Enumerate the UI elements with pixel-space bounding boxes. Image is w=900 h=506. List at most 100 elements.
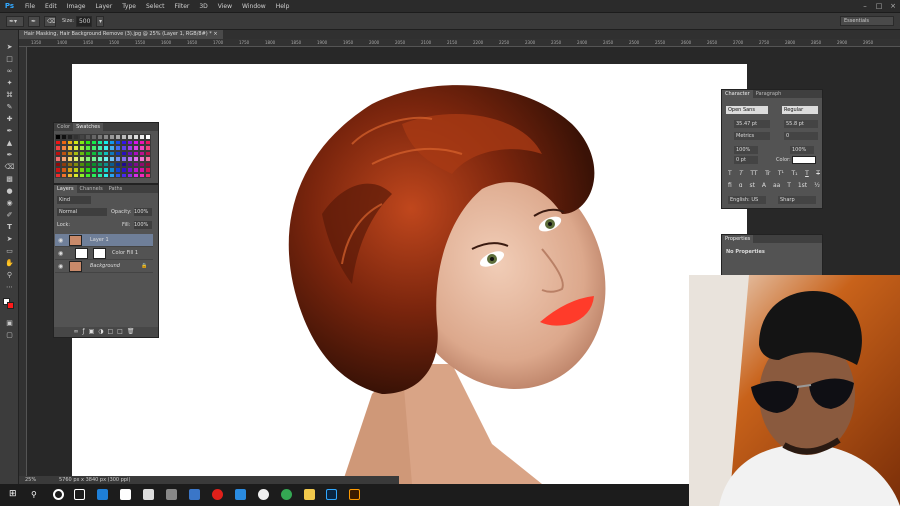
more-tools-icon[interactable]: ⋯ bbox=[4, 282, 15, 292]
size-field[interactable]: 500 bbox=[75, 15, 92, 27]
eyedropper-tool-icon[interactable]: ✎ bbox=[4, 102, 15, 112]
zoom-tool-icon[interactable]: ⚲ bbox=[4, 270, 15, 280]
eraser-tool-icon[interactable]: ⌫ bbox=[4, 162, 15, 172]
visibility-eye-icon[interactable]: ◉ bbox=[58, 247, 64, 260]
history-brush-tool-icon[interactable]: ✒ bbox=[4, 150, 15, 160]
leading-field[interactable]: 55.8 pt bbox=[784, 120, 818, 128]
swatch-chip[interactable] bbox=[145, 172, 151, 178]
horizontal-scale-field[interactable]: 100% bbox=[790, 146, 814, 154]
antialias-select[interactable]: Sharp bbox=[778, 196, 816, 204]
font-size-field[interactable]: 35.47 pt bbox=[734, 120, 770, 128]
discretionary-ligatures-button[interactable]: st bbox=[749, 182, 754, 190]
fill-field[interactable]: 100% bbox=[134, 221, 152, 229]
tab-channels[interactable]: Channels bbox=[77, 185, 106, 193]
ligatures-button[interactable]: fi bbox=[728, 182, 732, 190]
edge-icon[interactable] bbox=[97, 489, 108, 500]
tab-layers[interactable]: Layers bbox=[54, 185, 77, 193]
menu-view[interactable]: View bbox=[213, 0, 237, 13]
healing-tool-icon[interactable]: ✚ bbox=[4, 114, 15, 124]
hand-tool-icon[interactable]: ✋ bbox=[4, 258, 15, 268]
marquee-tool-icon[interactable]: □ bbox=[4, 54, 15, 64]
chrome-2-icon[interactable] bbox=[281, 489, 292, 500]
dodge-tool-icon[interactable]: ◉ bbox=[4, 198, 15, 208]
menu-edit[interactable]: Edit bbox=[40, 0, 62, 13]
strikethrough-button[interactable]: T bbox=[816, 170, 820, 178]
opacity-field[interactable]: 100% bbox=[134, 208, 152, 216]
layer-row-background[interactable]: ◉ Background 🔒 bbox=[55, 260, 153, 273]
tab-color[interactable]: Color bbox=[54, 123, 73, 131]
vertical-scale-field[interactable]: 100% bbox=[734, 146, 758, 154]
menu-type[interactable]: Type bbox=[117, 0, 141, 13]
tab-paragraph[interactable]: Paragraph bbox=[753, 90, 785, 98]
brush-preset-icon[interactable]: ✒▾ bbox=[6, 15, 24, 27]
shape-tool-icon[interactable]: ▭ bbox=[4, 246, 15, 256]
clone-stamp-tool-icon[interactable]: ▲ bbox=[4, 138, 15, 148]
screen-mode-icon[interactable]: ▢ bbox=[4, 330, 15, 340]
baseline-shift-field[interactable]: 0 pt bbox=[734, 156, 758, 164]
ordinals-button[interactable]: 1st bbox=[798, 182, 807, 190]
document-tab[interactable]: Hair Masking, Hair Background Remove (3)… bbox=[19, 30, 223, 39]
document-canvas[interactable] bbox=[72, 64, 747, 484]
type-tool-icon[interactable]: T bbox=[4, 222, 15, 232]
photoshop-icon[interactable] bbox=[326, 489, 337, 500]
cortana-icon[interactable] bbox=[53, 489, 64, 500]
quick-select-tool-icon[interactable]: ✦ bbox=[4, 78, 15, 88]
brush-tool-icon[interactable]: ✒ bbox=[4, 126, 15, 136]
subscript-button[interactable]: T₁ bbox=[791, 170, 797, 178]
menu-layer[interactable]: Layer bbox=[90, 0, 117, 13]
blur-tool-icon[interactable]: ● bbox=[4, 186, 15, 196]
calculator-icon[interactable] bbox=[166, 489, 177, 500]
search-icon[interactable]: ⚲ bbox=[31, 489, 42, 500]
superscript-button[interactable]: T¹ bbox=[778, 170, 784, 178]
fractions-button[interactable]: ½ bbox=[814, 182, 820, 190]
illustrator-icon[interactable] bbox=[349, 489, 360, 500]
tab-swatches[interactable]: Swatches bbox=[73, 123, 103, 131]
pen-tool-icon[interactable]: ✐ bbox=[4, 210, 15, 220]
layer-row-color-fill[interactable]: ◉ Color Fill 1 bbox=[55, 247, 153, 260]
minimize-icon[interactable]: – bbox=[858, 0, 872, 13]
store-icon[interactable] bbox=[120, 489, 131, 500]
layer-row-layer1[interactable]: ◉ Layer 1 bbox=[55, 234, 153, 247]
maximize-icon[interactable]: □ bbox=[872, 0, 886, 13]
alternates-button[interactable]: ɑ bbox=[739, 182, 743, 190]
people-icon[interactable] bbox=[189, 489, 200, 500]
menu-image[interactable]: Image bbox=[62, 0, 91, 13]
kerning-select[interactable]: Metrics bbox=[734, 132, 770, 140]
crop-tool-icon[interactable]: ⌘ bbox=[4, 90, 15, 100]
swash-button[interactable]: A bbox=[762, 182, 766, 190]
menu-select[interactable]: Select bbox=[141, 0, 170, 13]
language-select[interactable]: English: US bbox=[728, 196, 766, 204]
lasso-tool-icon[interactable]: ∞ bbox=[4, 66, 15, 76]
titling-button[interactable]: T bbox=[787, 182, 791, 190]
close-icon[interactable]: × bbox=[886, 0, 900, 13]
layers-footer-buttons[interactable]: ∞ƒ▣◑□□🗑 bbox=[54, 327, 158, 337]
eraser-mode-icon[interactable]: ⌫ bbox=[44, 15, 56, 27]
font-family-select[interactable]: Open Sans bbox=[726, 106, 768, 114]
underline-button[interactable]: T bbox=[805, 170, 809, 178]
background-color-swatch[interactable] bbox=[7, 302, 14, 309]
explorer-icon[interactable] bbox=[304, 489, 315, 500]
small-caps-button[interactable]: Tr bbox=[765, 170, 770, 178]
font-style-select[interactable]: Regular bbox=[782, 106, 818, 114]
all-caps-button[interactable]: TT bbox=[750, 170, 757, 178]
tab-paths[interactable]: Paths bbox=[106, 185, 126, 193]
visibility-eye-icon[interactable]: ◉ bbox=[58, 234, 64, 247]
brush-tool-icon[interactable]: ✒ bbox=[28, 15, 40, 27]
quick-mask-icon[interactable]: ▣ bbox=[4, 318, 15, 328]
gradient-tool-icon[interactable]: ▩ bbox=[4, 174, 15, 184]
faux-bold-button[interactable]: T bbox=[728, 170, 732, 178]
zoom-level[interactable]: 25% bbox=[25, 476, 36, 484]
swatch-grid[interactable] bbox=[55, 134, 151, 178]
faux-italic-button[interactable]: T bbox=[739, 170, 743, 178]
start-icon[interactable]: ⊞ bbox=[9, 489, 20, 500]
menu-help[interactable]: Help bbox=[271, 0, 295, 13]
tracking-field[interactable]: 0 bbox=[784, 132, 818, 140]
menu-window[interactable]: Window bbox=[237, 0, 271, 13]
task-view-icon[interactable] bbox=[74, 489, 85, 500]
layer-filter-kind[interactable]: Kind bbox=[57, 196, 91, 204]
menu-filter[interactable]: Filter bbox=[170, 0, 195, 13]
tab-character[interactable]: Character bbox=[722, 90, 753, 98]
text-color-swatch[interactable] bbox=[792, 156, 816, 164]
mail-icon[interactable] bbox=[143, 489, 154, 500]
path-select-tool-icon[interactable]: ➤ bbox=[4, 234, 15, 244]
